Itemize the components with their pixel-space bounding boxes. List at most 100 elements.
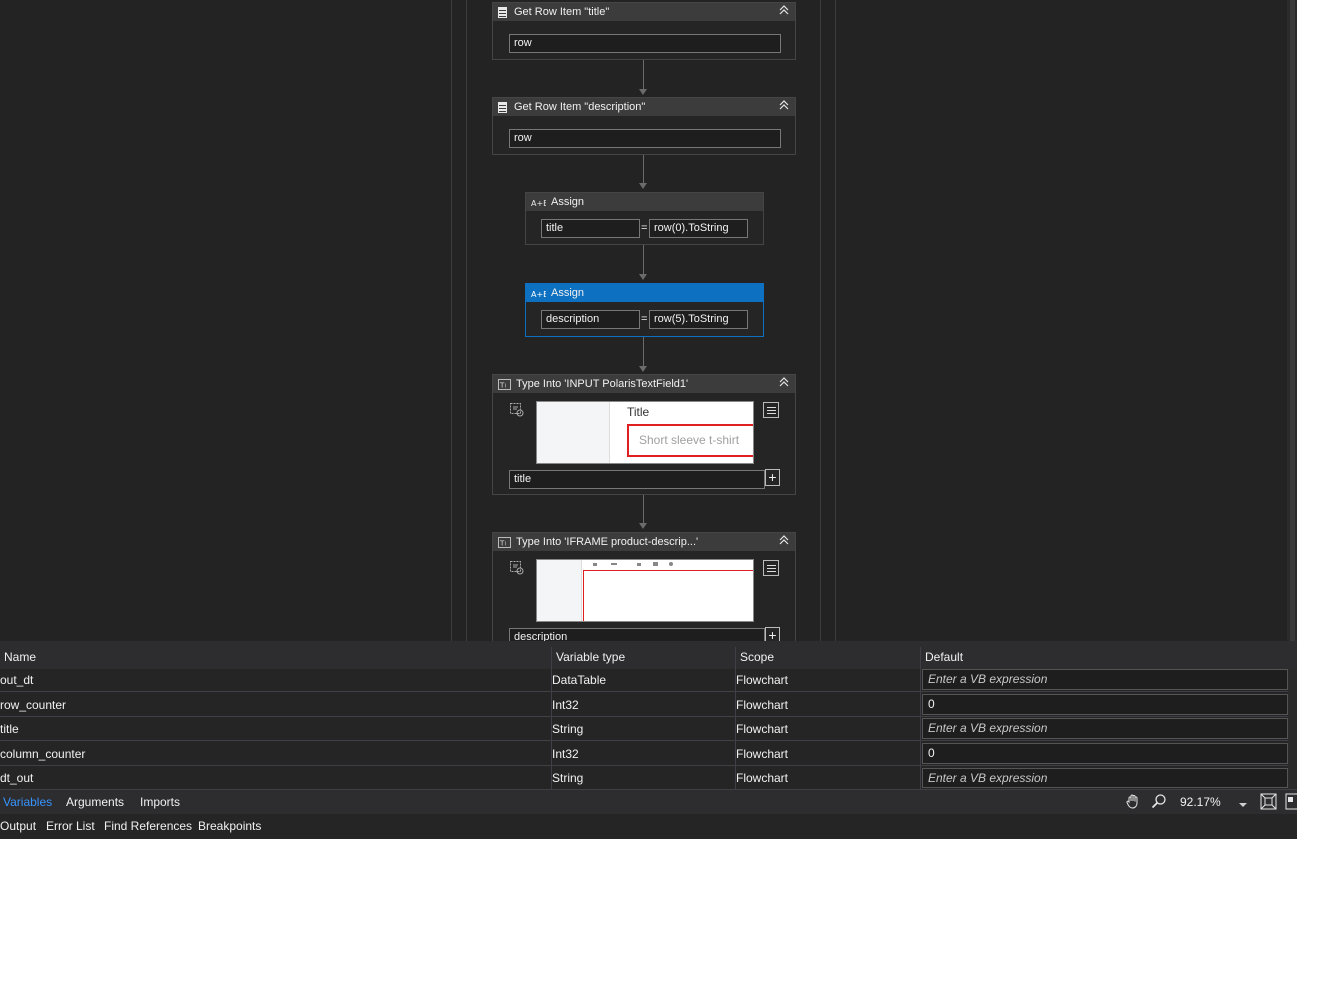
activity-header[interactable]: TI Type Into 'IFRAME product-descrip...' [493,533,795,551]
default-value-input[interactable]: 0 [922,743,1288,764]
preview-highlight-box: Short sleeve t-shirt [627,424,753,457]
activity-title: Assign [551,287,585,299]
activity-header[interactable]: Get Row Item "description" [493,98,795,116]
svg-text:A+B: A+B [531,199,546,207]
menu-icon[interactable] [763,560,779,576]
tab-error-list[interactable]: Error List [46,819,95,833]
connector [643,337,644,367]
row-input[interactable]: row [509,34,781,53]
element-preview: Title Short sleeve t-shirt [536,401,754,464]
svg-text:A+B: A+B [531,290,546,298]
plus-icon[interactable]: + [765,627,780,641]
variable-name[interactable]: row_counter [0,698,66,712]
type-into-icon: TI [497,378,511,390]
column-header-type[interactable]: Variable type [556,650,625,664]
variables-scrollbar[interactable] [1288,669,1297,789]
variable-scope[interactable]: Flowchart [736,673,788,687]
type-into-title-activity[interactable]: TI Type Into 'INPUT PolarisTextField1' T… [492,374,796,495]
assign-icon: A+B [530,196,546,208]
row-divider [0,765,1290,766]
svg-text:I: I [505,541,506,547]
activity-title: Get Row Item "description" [514,101,646,113]
activity-header[interactable]: TI Type Into 'INPUT PolarisTextField1' [493,375,795,393]
default-value-input[interactable]: Enter a VB expression [922,718,1288,739]
text-input[interactable]: description [509,628,765,641]
preview-sidebar [537,402,610,463]
get-row-item-title-activity[interactable]: Get Row Item "title" row [492,2,796,60]
activity-header[interactable]: A+B Assign [526,284,763,302]
canvas-scrollbar[interactable] [1287,0,1297,641]
type-into-icon: TI [497,536,511,548]
default-value-input[interactable]: Enter a VB expression [922,669,1288,690]
plus-icon[interactable]: + [765,469,780,486]
connector [643,60,644,90]
collapse-icon[interactable] [777,377,791,391]
activity-title: Get Row Item "title" [514,6,610,18]
chevron-down-icon[interactable] [1239,797,1247,811]
variable-scope[interactable]: Flowchart [736,747,788,761]
activity-header[interactable]: A+B Assign [526,193,763,211]
preview-placeholder-text: Short sleeve t-shirt [639,433,740,447]
table-icon [497,6,509,18]
variable-name[interactable]: column_counter [0,747,85,761]
row-input[interactable]: row [509,129,781,148]
collapse-icon[interactable] [777,100,791,114]
element-preview [536,559,754,622]
preview-sidebar [537,560,582,621]
tab-breakpoints[interactable]: Breakpoints [198,819,261,833]
hand-icon[interactable] [1125,793,1141,812]
tab-imports[interactable]: Imports [140,795,180,809]
column-header-name[interactable]: Name [4,650,36,664]
activity-title: Type Into 'IFRAME product-descrip...' [516,536,699,548]
equals-sign: = [641,222,648,234]
assign-value-input[interactable]: row(0).ToString [649,219,748,238]
tab-arguments[interactable]: Arguments [66,795,124,809]
variable-type[interactable]: Int32 [552,747,579,761]
variable-scope[interactable]: Flowchart [736,698,788,712]
target-icon[interactable] [510,403,524,417]
default-value-input[interactable]: 0 [922,694,1288,715]
variable-scope[interactable]: Flowchart [736,771,788,785]
preview-field-label: Title [627,405,650,419]
variable-type[interactable]: String [552,722,583,736]
column-header-scope[interactable]: Scope [740,650,774,664]
sequence-border-right [835,0,836,641]
connector [643,495,644,524]
assign-title-activity[interactable]: A+B Assign title = row(0).ToString [525,192,764,245]
activity-title: Assign [551,196,585,208]
activity-header[interactable]: Get Row Item "title" [493,3,795,21]
tab-output[interactable]: Output [0,819,36,833]
assign-to-input[interactable]: description [541,310,640,329]
variable-type[interactable]: DataTable [552,673,606,687]
tab-find-references[interactable]: Find References [104,819,192,833]
tab-variables[interactable]: Variables [3,795,52,809]
variable-type[interactable]: Int32 [552,698,579,712]
variable-name[interactable]: out_dt [0,673,33,687]
variable-name[interactable]: dt_out [0,771,33,785]
assign-value-input[interactable]: row(5).ToString [649,310,748,329]
type-into-description-activity[interactable]: TI Type Into 'IFRAME product-descrip...'… [492,532,796,641]
connector-arrow [639,183,647,189]
variables-header: Name Variable type Scope Default [0,647,1297,669]
variable-type[interactable]: String [552,771,583,785]
variable-scope[interactable]: Flowchart [736,722,788,736]
designer-canvas[interactable]: Get Row Item "title" row Get Row Item "d… [0,0,1297,641]
default-value-input[interactable]: Enter a VB expression [922,768,1288,788]
variables-panel: Name Variable type Scope Default out_dt … [0,641,1297,789]
assign-to-input[interactable]: title [541,219,640,238]
overview-icon[interactable] [1285,793,1297,813]
zoom-icon[interactable] [1151,793,1167,812]
collapse-icon[interactable] [777,535,791,549]
sequence-border-left [451,0,452,641]
connector-arrow [639,366,647,372]
collapse-icon[interactable] [777,5,791,19]
variable-name[interactable]: title [0,722,19,736]
assign-description-activity[interactable]: A+B Assign description = row(5).ToString [525,283,764,337]
menu-icon[interactable] [763,402,779,418]
get-row-item-description-activity[interactable]: Get Row Item "description" row [492,97,796,155]
zoom-level[interactable]: 92.17% [1180,795,1221,809]
target-icon[interactable] [510,561,524,575]
column-header-default[interactable]: Default [925,650,963,664]
fit-screen-icon[interactable] [1260,793,1277,813]
text-input[interactable]: title [509,470,765,489]
